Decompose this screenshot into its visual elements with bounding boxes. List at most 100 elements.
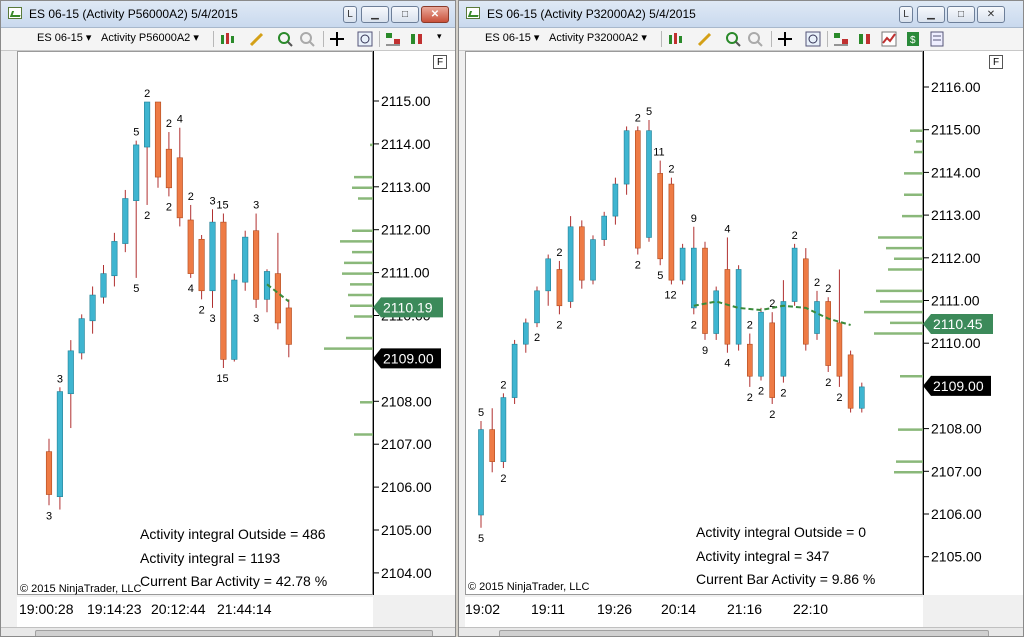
zoom-out-icon[interactable] [747,31,763,47]
strategies-icon[interactable] [409,31,425,47]
activity-count-label: 2 [500,379,506,391]
zoom-in-icon[interactable] [725,31,741,47]
strategies-icon[interactable] [857,31,873,47]
period-label: Activity P32000A2 [549,32,639,44]
indicators-icon[interactable] [385,31,401,47]
candle-body [242,236,249,283]
chart-style-icon[interactable] [881,31,897,47]
candle-body [209,221,216,292]
price-tick-label: 2112.00 [931,250,981,266]
activity-count-label: 5 [133,283,139,295]
toolbar-divider [379,31,380,47]
activity-count-label: 2 [825,377,831,389]
price-tick-label: 2105.00 [381,522,432,538]
activity-count-label: 4 [724,358,730,370]
candle-body [769,322,776,398]
activity-count-label: 4 [177,114,183,126]
minimize-button[interactable]: ▁ [917,6,945,23]
candle-body [590,239,596,281]
candle-body [612,183,619,217]
horizontal-scrollbar[interactable] [1,627,455,636]
restore-button[interactable]: □ [947,6,975,23]
candle-body [858,386,865,409]
zoom-out-icon[interactable] [299,31,315,47]
candle-body [133,144,140,201]
activity-count-label: 2 [500,473,506,485]
copyright-text: © 2015 NinjaTrader, LLC [468,581,590,593]
activity-count-label: 2 [747,392,753,404]
candle-body [478,429,484,516]
price-tick-label: 2111.00 [381,265,430,281]
properties-icon[interactable] [929,31,945,47]
candle-body [500,397,507,462]
bar-type-icon[interactable] [667,31,683,47]
price-tick-label: 2113.00 [381,179,431,195]
scrollbar-thumb[interactable] [499,630,989,636]
candle-body [556,269,563,307]
price-tick-label: 2107.00 [381,436,432,452]
period-dropdown[interactable]: Activity P56000A2 ▾ [101,31,199,44]
activity-count-label: 2 [635,260,641,272]
candle-body [623,130,630,185]
current-bar-activity-stat: Current Bar Activity = 42.78 % [140,573,328,589]
instrument-dropdown[interactable]: ES 06-15 ▾ [485,31,539,44]
candle-body [713,290,719,334]
candle-body [791,247,798,302]
candle-body [646,130,652,238]
period-label: Activity P56000A2 [101,32,191,44]
window-title: ES 06-15 (Activity P56000A2) 5/4/2015 [29,7,238,21]
window-title: ES 06-15 (Activity P32000A2) 5/4/2015 [487,7,696,21]
scrollbar-thumb[interactable] [35,630,433,636]
link-button[interactable]: L [899,6,913,23]
price-axis[interactable]: 2116.00 2115.00 2114.00 2113.00 2112.00 2111.… [923,51,1023,595]
candle-body [691,247,697,309]
candle-body [847,354,854,409]
price-tick-label: 2110.00 [931,335,981,351]
close-button[interactable]: ✕ [977,6,1005,23]
activity-integral-stat: Activity integral = 1193 [140,550,281,566]
candle-body [668,183,675,281]
time-tick: 20:14 [661,601,697,617]
activity-count-label: 3 [57,373,63,385]
time-tick: 21:44:14 [217,601,272,617]
link-button[interactable]: L [343,6,357,23]
maximize-button[interactable]: □ [391,6,419,23]
candle-body [144,101,151,148]
data-box-icon[interactable] [805,31,821,47]
price-chart-panel[interactable]: 5 5 2 2 2 2 2 2 5 2 11 5 2 12 9 2 9 4 4 2 2 2 2 2 2 2 2 2 2 2 Activit… [465,51,926,595]
time-tick: 22:10 [793,601,829,617]
indicators-icon[interactable] [833,31,849,47]
f-toggle-button[interactable]: F [989,55,1003,69]
period-dropdown[interactable]: Activity P32000A2 ▾ [549,31,647,44]
activity-count-label: 2 [780,388,786,400]
bar-type-icon[interactable] [219,31,235,47]
drawing-tool-icon[interactable] [697,31,713,47]
toolbar-overflow-icon[interactable]: ▾ [437,31,453,47]
toolbar-divider [771,31,772,47]
activity-count-label: 2 [668,164,674,176]
activity-integral-stat: Activity integral = 347 [696,548,830,564]
price-chart-panel[interactable]: 3 3 5 5 2 2 2 4 2 2 4 2 3 3 15 15 3 3 Activity integral O… [17,51,376,595]
drawing-tool-icon[interactable] [249,31,265,47]
f-toggle-button[interactable]: F [433,55,447,69]
chart-app-icon [466,7,480,19]
close-icon: ✕ [986,9,996,20]
crosshair-icon[interactable] [329,31,345,47]
crosshair-icon[interactable] [777,31,793,47]
close-button[interactable]: ✕ [421,6,449,23]
activity-count-label: 3 [210,195,216,207]
instrument-dropdown[interactable]: ES 06-15 ▾ [37,31,91,44]
time-tick: 19:02 [465,601,501,617]
orders-icon[interactable]: $ [905,31,921,47]
data-box-icon[interactable] [357,31,373,47]
activity-count-label: 3 [253,313,259,325]
price-tick-label: 2114.00 [931,164,981,180]
activity-count-label: 15 [216,373,228,385]
candle-body [489,429,496,462]
activity-count-label: 2 [144,88,150,100]
candle-body [78,318,85,354]
horizontal-scrollbar[interactable] [459,627,1023,636]
zoom-in-icon[interactable] [277,31,293,47]
price-axis[interactable]: 2115.00 2114.00 2113.00 2112.00 2111.00 2110.… [373,51,455,595]
minimize-button[interactable]: ▁ [361,6,389,23]
